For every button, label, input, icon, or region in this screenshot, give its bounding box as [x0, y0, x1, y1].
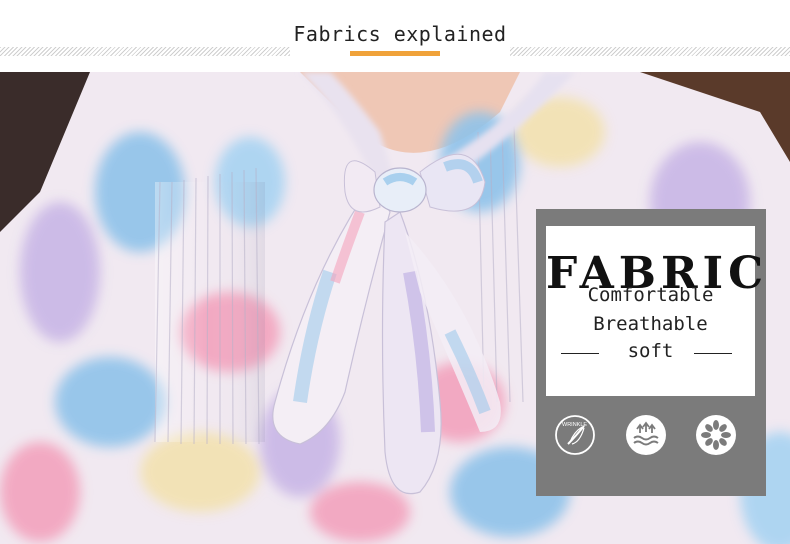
- fabric-info-panel: FABRIC Comfortable Breathable soft WRINK…: [536, 209, 766, 496]
- divider-right: [694, 353, 732, 354]
- title-underline: [350, 51, 440, 56]
- feature-breathable: Breathable: [593, 313, 708, 335]
- soft-flower-icon: [695, 414, 737, 456]
- page-title: Fabrics explained: [293, 22, 507, 46]
- header: Fabrics explained: [0, 0, 790, 72]
- feature-comfortable: Comfortable: [587, 284, 714, 306]
- wrinkle-free-icon: WRINKLE: [554, 414, 596, 456]
- breathable-icon: [625, 414, 667, 456]
- feature-soft: soft: [627, 340, 674, 362]
- fabric-info-card: FABRIC Comfortable Breathable soft: [546, 226, 763, 396]
- title-block: Fabrics explained: [290, 20, 510, 60]
